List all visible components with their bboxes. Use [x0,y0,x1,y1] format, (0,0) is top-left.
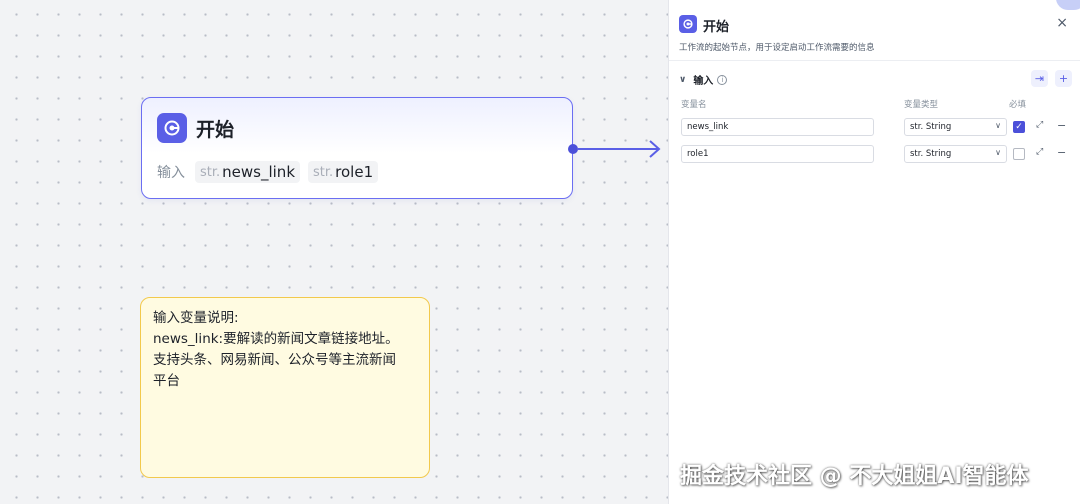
note-card[interactable]: 输入变量说明: news_link:要解读的新闻文章链接地址。 支持头条、网易新… [140,297,430,478]
divider [669,60,1080,61]
note-line: news_link:要解读的新闻文章链接地址。 [153,331,399,347]
inputs-label: 输入 [157,165,185,181]
close-icon[interactable]: × [1056,15,1068,31]
note-line: 输入变量说明: [153,310,239,326]
column-header-type: 变量类型 [904,100,939,110]
column-header-required: 必填 [1009,100,1027,110]
start-node-title: 开始 [196,119,235,141]
start-node-icon [157,113,187,143]
input-type: str. [200,164,221,180]
variable-row: news_link str. String ∨ ✓ ⤢ − [669,118,1080,138]
variable-name-input[interactable]: news_link [681,118,874,136]
input-tag-news-link: str. news_link [195,161,301,183]
chevron-down-icon: ∨ [995,148,1001,157]
connection-edge[interactable] [578,138,668,162]
variable-name-input[interactable]: role1 [681,145,874,163]
remove-variable-button[interactable]: − [1057,146,1066,159]
input-type: str. [313,164,334,180]
add-variable-button[interactable]: + [1055,70,1072,87]
start-node-output-port[interactable] [568,144,578,154]
chevron-down-icon[interactable]: ∨ [679,75,686,85]
workflow-canvas[interactable]: 开始 输入 str. news_link str. role1 输入变量说明: … [0,0,668,504]
section-title: 输入 [693,76,714,87]
input-name: news_link [222,163,296,181]
watermark: 掘金技术社区 @ 不大姐姐AI智能体 [680,464,1029,489]
required-checkbox[interactable]: ✓ [1013,121,1025,133]
inputs-section-header[interactable]: ∨ 输入 i [679,72,728,87]
panel-title: 开始 [703,20,730,35]
variable-type-select[interactable]: str. String ∨ [904,118,1007,136]
required-checkbox[interactable] [1013,148,1025,160]
import-icon[interactable]: ⇥ [1031,70,1048,87]
node-config-panel: 开始 × 工作流的起始节点，用于设定启动工作流需要的信息 ∨ 输入 i ⇥ + … [668,0,1080,504]
info-icon[interactable]: i [717,74,728,85]
variable-type-select[interactable]: str. String ∨ [904,145,1007,163]
panel-description: 工作流的起始节点，用于设定启动工作流需要的信息 [679,43,875,53]
input-name: role1 [335,163,374,181]
avatar[interactable] [1056,0,1080,10]
chevron-down-icon: ∨ [995,121,1001,130]
column-header-name: 变量名 [681,100,707,110]
variable-row: role1 str. String ∨ ⤢ − [669,145,1080,165]
note-line: 平台 [153,373,180,389]
expand-icon[interactable]: ⤢ [1036,147,1043,157]
variable-type-value: str. String [910,149,952,159]
start-node[interactable]: 开始 输入 str. news_link str. role1 [141,97,573,199]
expand-icon[interactable]: ⤢ [1036,120,1043,130]
panel-start-icon [679,15,697,33]
note-line: 支持头条、网易新闻、公众号等主流新闻 [153,352,396,368]
input-tag-role1: str. role1 [308,161,379,183]
variable-type-value: str. String [910,122,952,132]
remove-variable-button[interactable]: − [1057,119,1066,132]
start-node-inputs: 输入 str. news_link str. role1 [157,161,386,183]
